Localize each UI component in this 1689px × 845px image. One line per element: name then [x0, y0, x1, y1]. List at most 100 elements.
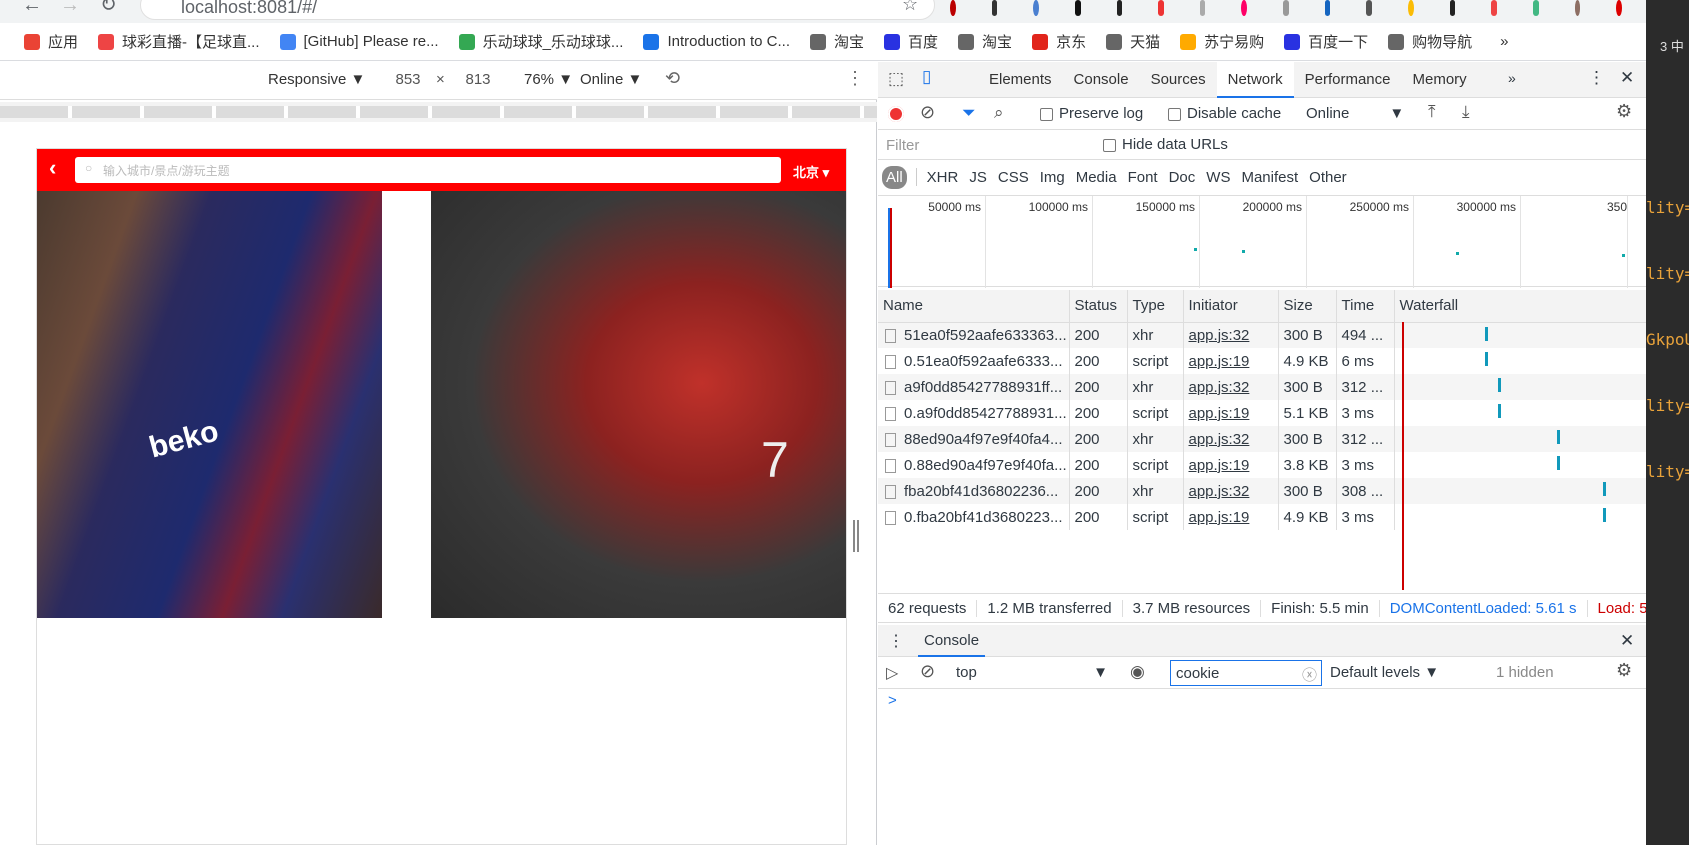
search-input[interactable]: ○ 输入城市/景点/游玩主题: [75, 157, 781, 183]
disable-cache-checkbox[interactable]: Disable cache: [1168, 105, 1281, 122]
extension-icon[interactable]: [950, 0, 956, 16]
banner-image-ronaldo[interactable]: 7: [431, 191, 846, 618]
inspect-icon[interactable]: ⬚: [888, 69, 904, 89]
table-row[interactable]: 0.51ea0f592aafe6333... 200 script app.js:19…: [878, 348, 1646, 374]
column-header-size[interactable]: Size: [1278, 290, 1337, 322]
city-selector[interactable]: 北京 ▾: [793, 162, 829, 181]
request-name[interactable]: 0.88ed90a4f97e9f40fa...: [878, 452, 1070, 478]
overview-timeline[interactable]: 50000 ms 100000 ms 150000 ms 200000 ms 25000…: [878, 195, 1646, 288]
log-levels-select[interactable]: Default levels ▼: [1330, 664, 1439, 681]
ruler-segments[interactable]: [0, 106, 877, 118]
star-icon[interactable]: ☆: [902, 0, 918, 15]
type-filter-xhr[interactable]: XHR: [923, 166, 963, 189]
sidebar-toggle-icon[interactable]: ▷: [886, 663, 898, 683]
type-filter-css[interactable]: CSS: [994, 166, 1033, 189]
request-initiator[interactable]: app.js:32: [1183, 478, 1279, 504]
throttle-dropdown[interactable]: Online ▼: [1306, 105, 1404, 122]
bookmark-item[interactable]: 乐动球球_乐动球球...: [458, 31, 623, 52]
extension-icon[interactable]: [1158, 0, 1164, 16]
filter-input[interactable]: Filter: [882, 134, 1082, 156]
request-initiator[interactable]: app.js:19: [1183, 452, 1279, 478]
table-row[interactable]: 0.88ed90a4f97e9f40fa... 200 script app.js:1…: [878, 452, 1646, 478]
extension-icon[interactable]: [1241, 0, 1248, 16]
bookmark-item[interactable]: [GitHub] Please re...: [279, 33, 439, 50]
extension-icon[interactable]: [1283, 0, 1289, 16]
request-name[interactable]: 51ea0f592aafe633363...: [878, 322, 1070, 348]
console-filter-input[interactable]: cookie ⓧ: [1170, 660, 1322, 686]
extension-icon[interactable]: [1532, 0, 1539, 16]
request-initiator[interactable]: app.js:32: [1183, 374, 1279, 400]
import-har-icon[interactable]: ⤒: [1428, 102, 1436, 122]
context-select[interactable]: top ▼: [956, 664, 1108, 681]
height-input[interactable]: 813: [450, 66, 506, 94]
type-filter-media[interactable]: Media: [1072, 166, 1121, 189]
settings-menu-icon[interactable]: ⋮: [1588, 68, 1605, 88]
clear-console-icon[interactable]: ⊘: [920, 661, 935, 682]
back-icon[interactable]: ←: [22, 0, 42, 17]
extension-icon[interactable]: [1616, 0, 1622, 16]
rotate-icon[interactable]: ⟲: [665, 68, 680, 89]
table-row[interactable]: 51ea0f592aafe633363... 200 xhr app.js:32 300…: [878, 322, 1646, 348]
device-mode-select[interactable]: Responsive ▼: [268, 71, 365, 88]
close-drawer-icon[interactable]: ✕: [1620, 631, 1634, 651]
column-header-initiator[interactable]: Initiator: [1183, 290, 1279, 322]
clear-filter-icon[interactable]: ⓧ: [1302, 664, 1317, 685]
tab-console[interactable]: Console: [1063, 62, 1140, 98]
type-filter-ws[interactable]: WS: [1202, 166, 1234, 189]
more-tabs-icon[interactable]: »: [1508, 70, 1516, 86]
device-toggle-icon[interactable]: ▯: [922, 67, 931, 87]
type-filter-manifest[interactable]: Manifest: [1237, 166, 1302, 189]
filter-icon[interactable]: ⏷: [962, 103, 976, 123]
zoom-select[interactable]: 76% ▼: [524, 71, 573, 88]
export-har-icon[interactable]: ⤓: [1462, 102, 1470, 122]
extension-icon[interactable]: [1074, 0, 1081, 16]
request-name[interactable]: 88ed90a4f97e9f40fa4...: [878, 426, 1070, 452]
request-name[interactable]: fba20bf41d36802236...: [878, 478, 1070, 504]
extension-icon[interactable]: [1491, 0, 1497, 16]
column-header-waterfall[interactable]: Waterfall: [1394, 290, 1646, 322]
extension-icon[interactable]: [1408, 0, 1414, 16]
extension-icon[interactable]: [1033, 0, 1039, 16]
banner-image-messi[interactable]: beko: [37, 191, 382, 618]
close-devtools-icon[interactable]: ✕: [1620, 68, 1634, 88]
more-options-icon[interactable]: ⋮: [846, 68, 864, 89]
type-filter-doc[interactable]: Doc: [1165, 166, 1200, 189]
extension-icon[interactable]: [991, 0, 998, 16]
bookmark-item[interactable]: 苏宁易购: [1180, 31, 1264, 52]
request-name[interactable]: 0.fba20bf41d3680223...: [878, 504, 1070, 530]
hide-data-urls-checkbox[interactable]: Hide data URLs: [1103, 136, 1228, 153]
column-header-time[interactable]: Time: [1336, 290, 1395, 322]
column-header-name[interactable]: Name: [878, 290, 1070, 322]
request-initiator[interactable]: app.js:19: [1183, 348, 1279, 374]
extension-icon[interactable]: [1449, 0, 1456, 16]
tab-memory[interactable]: Memory: [1402, 62, 1478, 98]
type-filter-all[interactable]: All: [882, 165, 907, 189]
request-initiator[interactable]: app.js:32: [1183, 322, 1279, 348]
address-bar[interactable]: localhost:8081/#/: [140, 0, 935, 20]
drawer-console-tab[interactable]: Console: [918, 625, 986, 657]
search-icon[interactable]: ⌕: [994, 103, 1004, 123]
bookmark-item[interactable]: 京东: [1032, 31, 1086, 52]
reload-icon[interactable]: ↻: [100, 0, 117, 17]
type-filter-other[interactable]: Other: [1305, 166, 1351, 189]
extension-icon[interactable]: [1116, 0, 1123, 16]
eye-icon[interactable]: ◉: [1130, 662, 1145, 682]
tab-sources[interactable]: Sources: [1140, 62, 1217, 98]
type-filter-font[interactable]: Font: [1124, 166, 1162, 189]
table-row[interactable]: fba20bf41d36802236... 200 xhr app.js:32 300 …: [878, 478, 1646, 504]
tab-network[interactable]: Network: [1216, 62, 1294, 98]
clear-icon[interactable]: ⊘: [920, 102, 935, 123]
bookmark-item[interactable]: Introduction to C...: [643, 33, 790, 50]
table-row[interactable]: 0.fba20bf41d3680223... 200 script app.js:19…: [878, 504, 1646, 530]
back-arrow-icon[interactable]: ‹: [49, 155, 56, 181]
bookmark-item[interactable]: 淘宝: [810, 31, 864, 52]
width-input[interactable]: 853: [380, 66, 436, 94]
network-settings-icon[interactable]: ⚙: [1616, 101, 1632, 122]
bookmark-item[interactable]: 百度: [884, 31, 938, 52]
request-name[interactable]: 0.a9f0dd85427788931...: [878, 400, 1070, 426]
record-icon[interactable]: [888, 106, 904, 122]
extension-icon[interactable]: [1199, 0, 1206, 16]
bookmark-item[interactable]: 购物导航: [1388, 31, 1472, 52]
bookmark-item[interactable]: 百度一下: [1284, 31, 1368, 52]
request-name[interactable]: a9f0dd85427788931ff...: [878, 374, 1070, 400]
